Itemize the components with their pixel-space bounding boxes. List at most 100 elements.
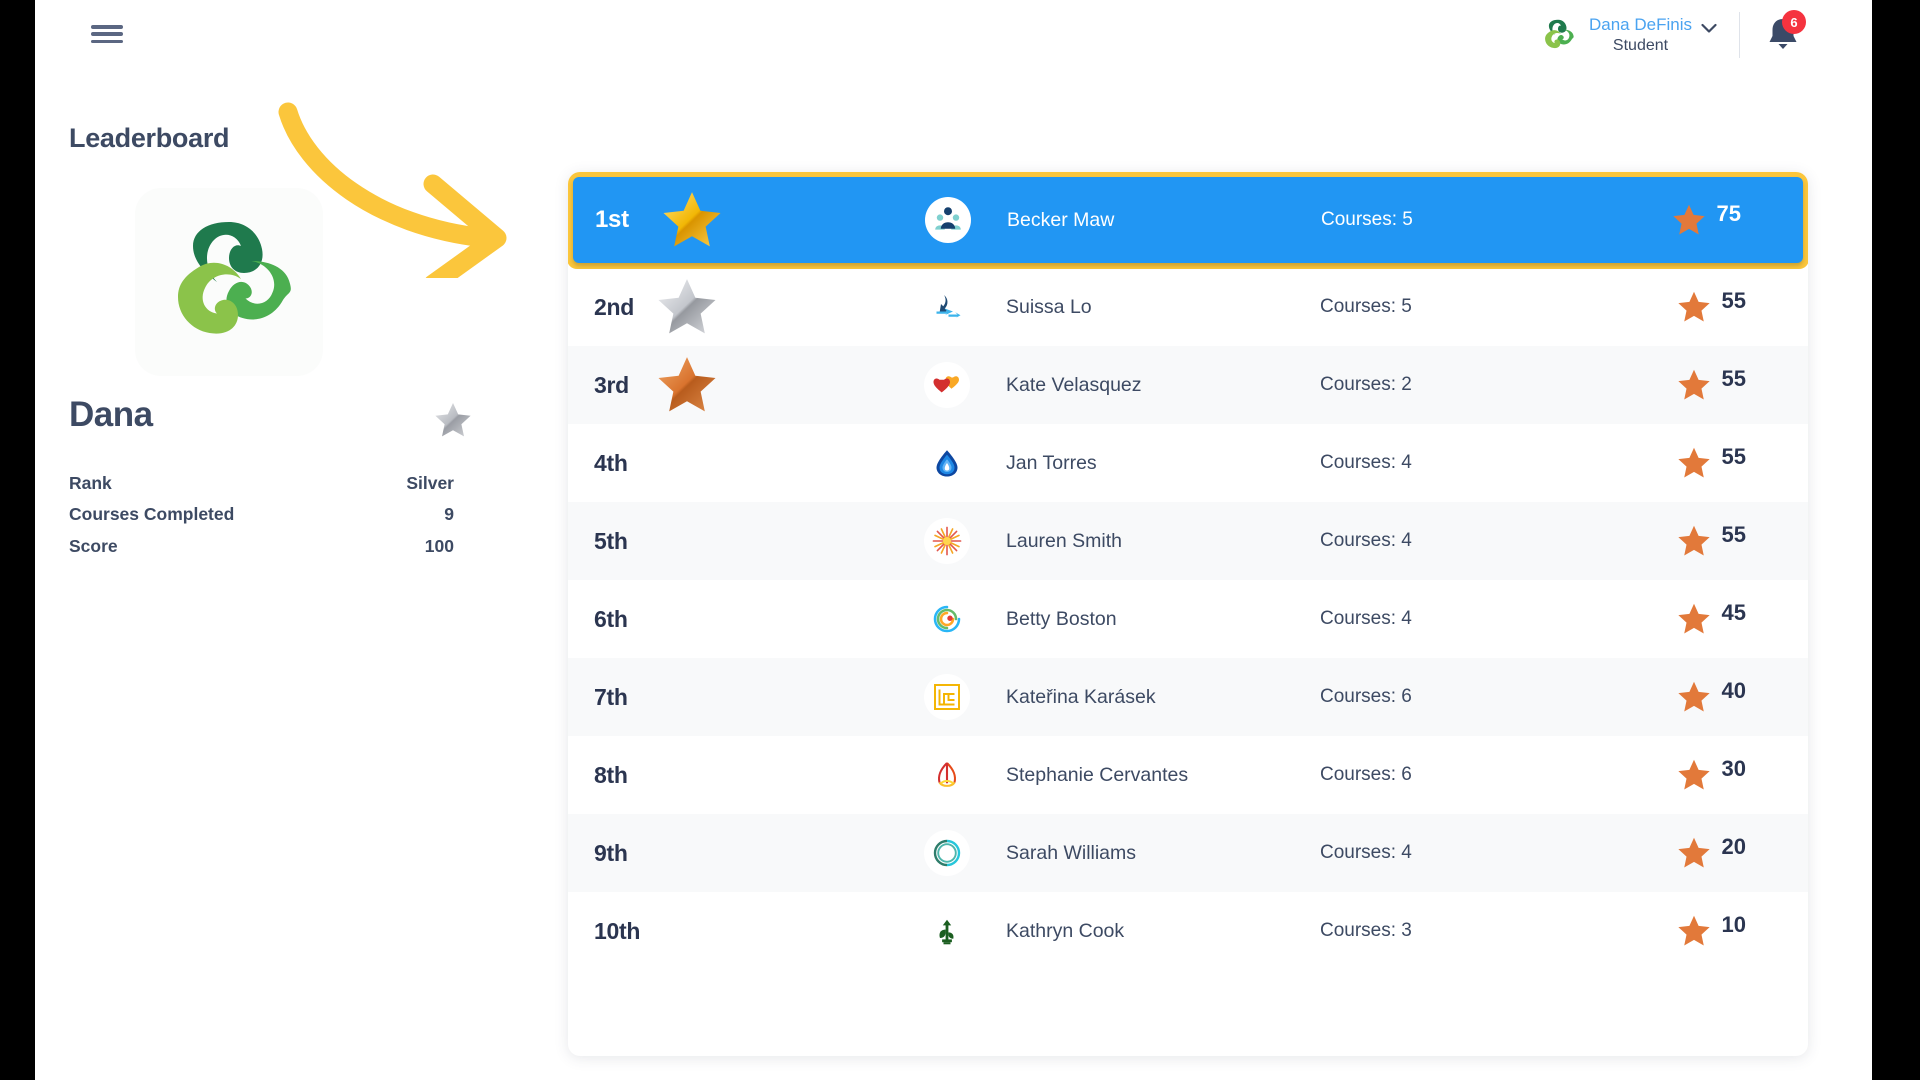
profile-name: Dana xyxy=(69,395,153,434)
notification-badge: 6 xyxy=(1782,10,1806,34)
score-cell: 55 xyxy=(1570,444,1808,482)
avatar-green-sprout-icon xyxy=(924,908,970,954)
stat-value: Silver xyxy=(406,473,454,493)
avatar xyxy=(904,596,990,642)
leaderboard-row-10[interactable]: 10th Kathryn Cook Courses: 3 10 xyxy=(568,892,1808,970)
player-name: Stephanie Cervantes xyxy=(1006,763,1189,786)
user-role: Student xyxy=(1612,36,1669,54)
avatar-people-group-icon xyxy=(925,197,971,243)
avatar-red-leaf-icon xyxy=(924,752,970,798)
score-star-icon xyxy=(1677,914,1711,948)
user-name: Dana DeFinis xyxy=(1589,15,1692,35)
avatar xyxy=(904,440,990,486)
stat-row: Courses Completed 9 xyxy=(69,499,454,530)
leaderboard-row-1[interactable]: 1st Becker Maw Courses: 5 75 xyxy=(573,177,1803,263)
silver-star-icon xyxy=(433,400,473,440)
leaderboard-card: 1st Becker Maw Courses: 5 75 2nd Suissa Lo Cou… xyxy=(568,172,1808,1056)
notifications-button[interactable]: 6 xyxy=(1766,10,1806,56)
hamburger-bar xyxy=(91,32,123,36)
score-star-icon xyxy=(1677,602,1711,636)
score-cell: 40 xyxy=(1570,678,1808,716)
brand-logo xyxy=(1539,16,1577,54)
player-name: Kateřina Karásek xyxy=(1006,685,1156,708)
score-star-icon xyxy=(1672,203,1706,237)
avatar xyxy=(904,908,990,954)
player-name: Kathryn Cook xyxy=(1006,919,1125,942)
courses-count: Courses: 3 xyxy=(1320,920,1412,941)
header-divider xyxy=(1739,12,1740,58)
avatar xyxy=(904,830,990,876)
user-names: Dana DeFinis Student xyxy=(1589,14,1692,55)
player-name: Sarah Williams xyxy=(1006,841,1137,864)
chevron-down-icon[interactable] xyxy=(1701,23,1717,34)
rank-label: 9th xyxy=(594,839,628,866)
score-cell: 10 xyxy=(1570,912,1808,950)
stat-row: Rank Silver xyxy=(69,468,454,499)
leaderboard-row-5[interactable]: 5th Lauren Smith Courses: 4 55 xyxy=(568,502,1808,580)
score-star-icon xyxy=(1677,446,1711,480)
medal-icon xyxy=(656,276,752,338)
courses-count: Courses: 5 xyxy=(1320,296,1412,317)
courses-count: Courses: 6 xyxy=(1320,764,1412,785)
avatar xyxy=(905,197,991,243)
medal-icon xyxy=(661,189,757,251)
avatar xyxy=(904,518,990,564)
score-value: 55 xyxy=(1721,444,1746,469)
player-name: Suissa Lo xyxy=(1006,295,1092,318)
score-value: 20 xyxy=(1721,834,1746,859)
rank-label: 3rd xyxy=(594,371,629,398)
avatar xyxy=(904,284,990,330)
page-title: Leaderboard xyxy=(69,123,230,153)
avatar-teal-ring-icon xyxy=(924,830,970,876)
score-cell: 55 xyxy=(1570,522,1808,560)
score-star-icon xyxy=(1677,290,1711,324)
score-value: 40 xyxy=(1721,678,1746,703)
app-root: Dana DeFinis Student 6 Leaderboard Dana … xyxy=(35,0,1872,1080)
avatar-rainbow-spiral-icon xyxy=(924,596,970,642)
courses-count: Courses: 2 xyxy=(1320,374,1412,395)
rank-label: 2nd xyxy=(594,293,634,320)
score-value: 55 xyxy=(1721,366,1746,391)
score-cell: 75 xyxy=(1571,201,1803,239)
leaderboard-row-8[interactable]: 8th Stephanie Cervantes Courses: 6 30 xyxy=(568,736,1808,814)
score-cell: 55 xyxy=(1570,366,1808,404)
hamburger-bar xyxy=(91,25,123,29)
medal-icon xyxy=(656,354,752,416)
top-bar: Dana DeFinis Student 6 xyxy=(35,0,1872,70)
score-value: 75 xyxy=(1716,201,1741,226)
courses-count: Courses: 4 xyxy=(1320,530,1412,551)
score-cell: 45 xyxy=(1570,600,1808,638)
avatar-sunburst-icon xyxy=(924,518,970,564)
avatar-two-hearts-icon xyxy=(924,362,970,408)
profile-sidebar: Leaderboard Dana Rank Silver Courses Com… xyxy=(35,70,535,1080)
player-name: Lauren Smith xyxy=(1006,529,1122,552)
highlight-frame: 1st Becker Maw Courses: 5 75 xyxy=(568,172,1808,269)
score-star-icon xyxy=(1677,680,1711,714)
courses-count: Courses: 4 xyxy=(1320,452,1412,473)
avatar-yellow-maze-icon xyxy=(924,674,970,720)
leaderboard-row-7[interactable]: 7th Kateřina Karásek Courses: 6 40 xyxy=(568,658,1808,736)
rank-label: 6th xyxy=(594,605,628,632)
leaderboard-row-3[interactable]: 3rd Kate Velasquez Courses: 2 55 xyxy=(568,346,1808,424)
leaderboard-row-6[interactable]: 6th Betty Boston Courses: 4 45 xyxy=(568,580,1808,658)
rank-label: 1st xyxy=(595,206,629,233)
score-star-icon xyxy=(1677,368,1711,402)
score-star-icon xyxy=(1677,836,1711,870)
score-cell: 55 xyxy=(1570,288,1808,326)
hamburger-bar xyxy=(91,39,123,43)
leaderboard-row-4[interactable]: 4th Jan Torres Courses: 4 55 xyxy=(568,424,1808,502)
leaderboard-rows: 1st Becker Maw Courses: 5 75 2nd Suissa Lo Cou… xyxy=(568,172,1808,970)
hamburger-menu-icon[interactable] xyxy=(91,22,123,46)
courses-count: Courses: 4 xyxy=(1320,608,1412,629)
avatar-blue-arrows-icon xyxy=(924,284,970,330)
stat-label: Rank xyxy=(69,473,112,493)
player-name: Becker Maw xyxy=(1007,208,1115,231)
stat-label: Courses Completed xyxy=(69,504,235,525)
player-name: Kate Velasquez xyxy=(1006,373,1142,396)
leaderboard-row-9[interactable]: 9th Sarah Williams Courses: 4 20 xyxy=(568,814,1808,892)
user-menu[interactable]: Dana DeFinis Student xyxy=(1589,14,1739,55)
courses-count: Courses: 4 xyxy=(1320,842,1412,863)
courses-count: Courses: 5 xyxy=(1321,209,1413,230)
rank-label: 8th xyxy=(594,761,628,788)
leaderboard-row-2[interactable]: 2nd Suissa Lo Courses: 5 55 xyxy=(568,268,1808,346)
